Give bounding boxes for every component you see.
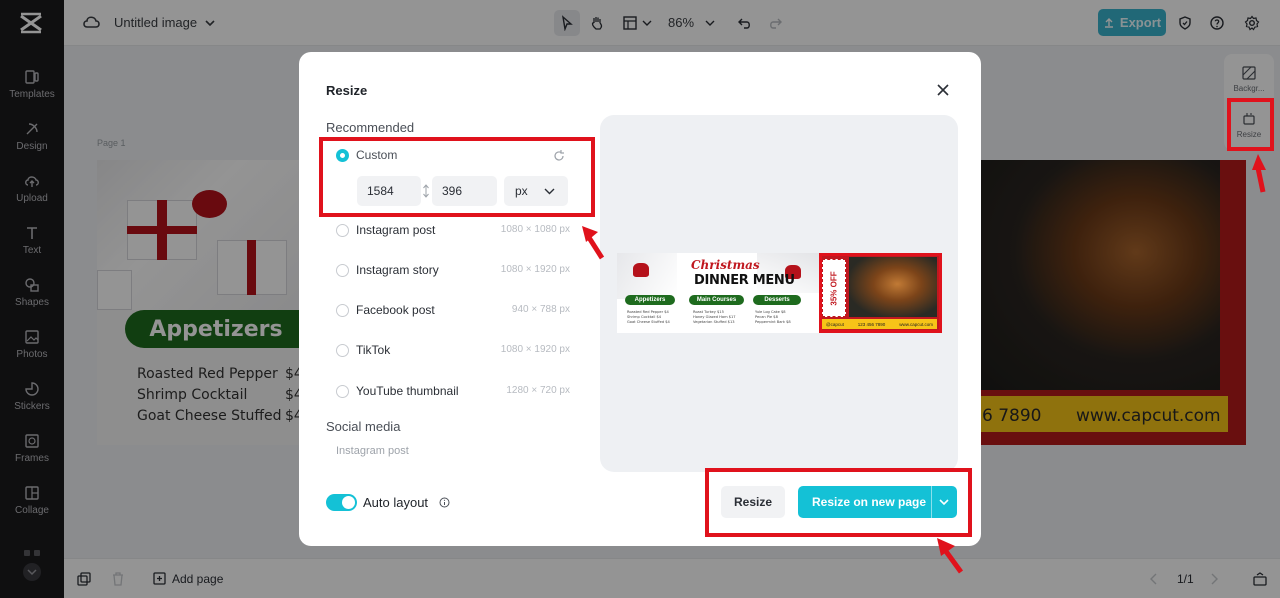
option-youtube-thumbnail[interactable]: YouTube thumbnail	[336, 381, 459, 401]
option-instagram-story[interactable]: Instagram story	[336, 260, 439, 280]
option-size: 1080 × 1920 px	[500, 344, 570, 355]
preview-pill: Appetizers	[625, 295, 675, 305]
option-size: 1280 × 720 px	[506, 385, 570, 396]
resize-preview: Christmas DINNER MENU Appetizers Main Co…	[600, 115, 958, 472]
option-size: 1080 × 1080 px	[500, 224, 570, 235]
option-facebook-post[interactable]: Facebook post	[336, 300, 435, 320]
preview-title-main: DINNER MENU	[694, 273, 795, 288]
option-size: 1080 × 1920 px	[500, 264, 570, 275]
auto-layout-label: Auto layout	[363, 495, 429, 510]
highlight-resize-buttons	[705, 468, 972, 537]
option-instagram-post[interactable]: Instagram post	[336, 220, 435, 240]
social-media-item[interactable]: Instagram post	[336, 445, 409, 457]
preview-pill: Desserts	[753, 295, 801, 305]
highlight-custom-size	[319, 137, 595, 217]
recommended-heading: Recommended	[326, 120, 415, 135]
highlight-resize-panel	[1227, 98, 1274, 151]
option-tiktok[interactable]: TikTok	[336, 340, 390, 360]
preview-highlight-box	[819, 253, 942, 333]
arrow-pointer-icon	[937, 538, 964, 574]
close-icon	[937, 84, 949, 96]
arrow-pointer-icon	[582, 226, 605, 260]
auto-layout-toggle[interactable]	[326, 494, 357, 511]
social-media-heading: Social media	[326, 419, 401, 434]
preview-title-script: Christmas	[691, 258, 760, 272]
dialog-title: Resize	[326, 83, 368, 98]
preview-pill: Main Courses	[689, 295, 744, 305]
arrow-pointer-icon	[1252, 154, 1266, 193]
option-size: 940 × 788 px	[511, 304, 570, 315]
info-icon[interactable]	[439, 497, 450, 508]
close-button[interactable]	[933, 80, 953, 100]
